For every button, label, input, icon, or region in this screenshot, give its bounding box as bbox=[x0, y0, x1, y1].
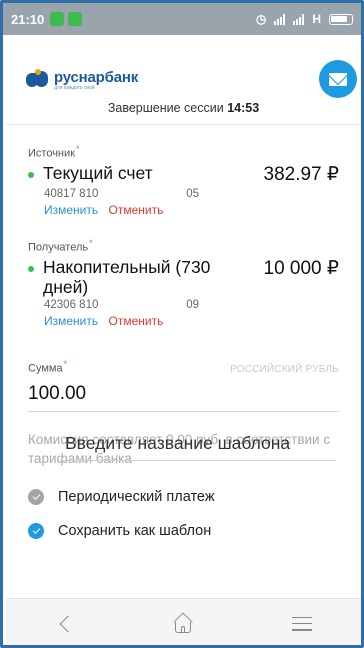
app-frame: 21:10 ◷ H руснарбанк для каждого свой За… bbox=[0, 0, 364, 648]
source-account-number: 40817 810 05 bbox=[44, 187, 199, 200]
active-dot-icon bbox=[28, 265, 34, 272]
signal-icon bbox=[274, 13, 286, 25]
source-cancel-link[interactable]: Отменить bbox=[108, 203, 163, 217]
destination-balance: 10 000 ₽ bbox=[263, 257, 339, 279]
sum-input[interactable]: 100.00 bbox=[28, 383, 339, 412]
session-label: Завершение сессии bbox=[107, 101, 224, 115]
source-label: Источник* bbox=[28, 144, 80, 160]
save-template-checkbox[interactable]: Сохранить как шаблон bbox=[28, 523, 211, 539]
bank-logo: руснарбанк для каждого свой bbox=[26, 69, 138, 91]
checkbox-check-icon bbox=[28, 523, 44, 539]
status-time: 21:10 bbox=[11, 11, 45, 27]
periodic-payment-label: Периодический платеж bbox=[58, 489, 215, 505]
session-timer: Завершение сессии 14:53 bbox=[6, 101, 361, 115]
transfer-form: Источник* Текущий счет 382.97 ₽ 40817 81… bbox=[6, 126, 361, 596]
destination-account-name: Накопительный (730 дней) bbox=[43, 256, 211, 297]
home-button[interactable] bbox=[153, 604, 213, 644]
home-icon bbox=[173, 611, 194, 633]
periodic-payment-checkbox[interactable]: Периодический платеж bbox=[28, 489, 215, 505]
save-template-label: Сохранить как шаблон bbox=[58, 523, 212, 539]
destination-label: Получатель* bbox=[28, 238, 93, 254]
brand-tagline: для каждого свой bbox=[54, 84, 95, 91]
network-type: H bbox=[312, 12, 321, 26]
destination-cancel-link[interactable]: Отменить bbox=[108, 314, 163, 328]
app-header: руснарбанк для каждого свой Завершение с… bbox=[6, 35, 361, 125]
source-account: Источник* Текущий счет 382.97 ₽ 40817 81… bbox=[28, 144, 339, 217]
sum-field: Сумма* РОССИЙСКИЙ РУБЛЬ 100.00 bbox=[28, 359, 339, 412]
active-dot-icon bbox=[28, 171, 34, 178]
session-time: 14:53 bbox=[227, 101, 260, 115]
battery-icon bbox=[329, 13, 353, 25]
destination-change-link[interactable]: Изменить bbox=[44, 314, 98, 328]
notification-icon bbox=[50, 12, 65, 26]
envelope-icon bbox=[329, 72, 347, 86]
status-bar: 21:10 ◷ H bbox=[3, 3, 361, 35]
back-icon bbox=[59, 615, 77, 632]
bank-app-notification-icon bbox=[68, 12, 83, 26]
signal-icon-2 bbox=[293, 13, 305, 25]
system-nav-bar bbox=[6, 598, 361, 645]
status-right: ◷ H bbox=[256, 12, 353, 26]
brand-name: руснарбанк bbox=[54, 68, 139, 86]
destination-account-number: 42306 810 09 bbox=[44, 298, 199, 311]
currency-label: РОССИЙСКИЙ РУБЛЬ bbox=[230, 363, 339, 375]
menu-icon bbox=[291, 616, 312, 631]
back-button[interactable] bbox=[35, 604, 95, 644]
menu-button[interactable] bbox=[272, 604, 332, 644]
source-account-name: Текущий счет bbox=[43, 162, 153, 183]
checkbox-check-icon bbox=[28, 489, 44, 505]
source-change-link[interactable]: Изменить bbox=[44, 203, 98, 217]
logo-mark-icon bbox=[26, 69, 48, 91]
source-balance: 382.97 ₽ bbox=[263, 163, 339, 185]
template-name-input[interactable] bbox=[60, 429, 336, 461]
messages-button[interactable] bbox=[319, 60, 357, 98]
alarm-icon: ◷ bbox=[255, 12, 267, 26]
destination-account: Получатель* Накопительный (730 дней) 10 … bbox=[28, 238, 339, 328]
sum-label: Сумма* bbox=[28, 359, 68, 375]
